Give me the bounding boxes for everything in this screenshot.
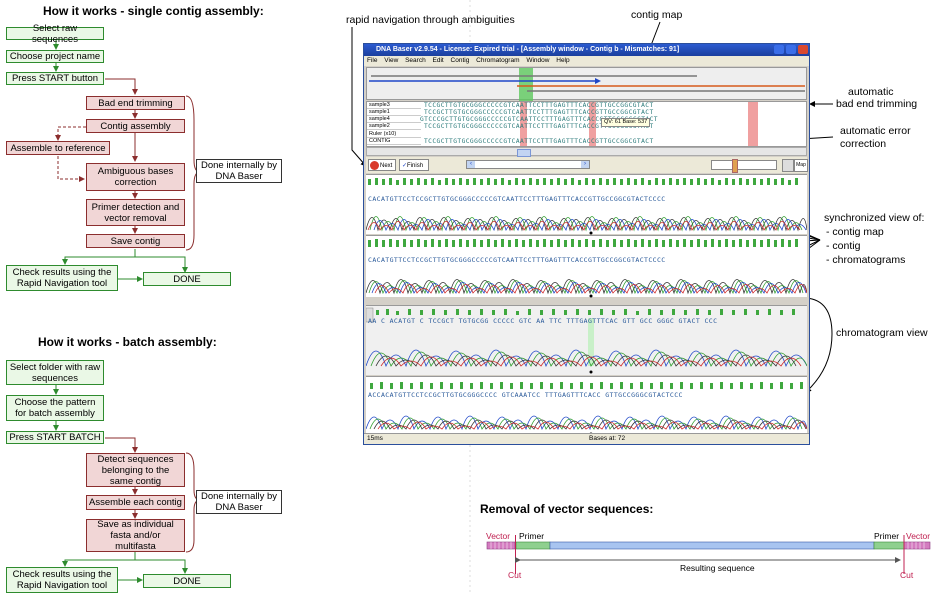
resulting-sequence-label: Resulting sequence bbox=[680, 563, 755, 573]
vector-diagram bbox=[486, 535, 931, 574]
cut-right-label: Cut bbox=[900, 570, 914, 580]
cut-left-label: Cut bbox=[508, 570, 522, 580]
